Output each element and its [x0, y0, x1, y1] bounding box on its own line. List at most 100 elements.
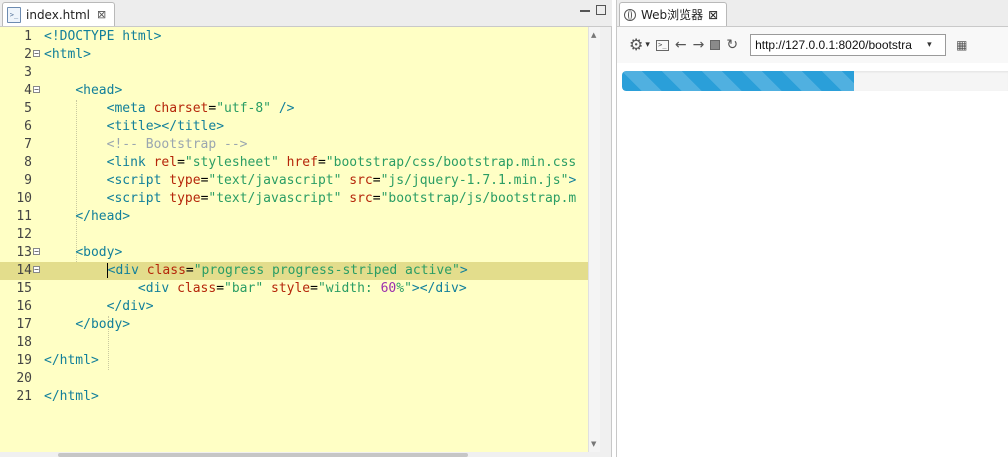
code-text: <title></title>	[106, 119, 225, 134]
code-line[interactable]: 19 </html>	[0, 352, 600, 370]
editor-tab-label: index.html	[26, 7, 90, 22]
gear-icon[interactable]: ⚙	[629, 37, 643, 53]
fold-toggle-icon[interactable]: −	[33, 266, 40, 274]
minimize-icon[interactable]	[580, 5, 590, 12]
code-line[interactable]: 15 <div class="bar" style="width: 60%"><…	[0, 280, 600, 298]
code-line[interactable]: 12	[0, 226, 600, 244]
code-line[interactable]: 8 <link rel="stylesheet" href="bootstrap…	[0, 154, 600, 172]
editor-tabbar: >_ index.html ⊠	[0, 0, 612, 27]
code-text: </body>	[75, 317, 131, 332]
browser-pane: Web浏览器 ⊠ ⚙ ▾ >_ ← → ↻ ▾ ▦	[616, 0, 1008, 457]
code-text: <body>	[75, 245, 123, 260]
code-line[interactable]: 1 <!DOCTYPE html>	[0, 28, 600, 46]
html-file-icon: >_	[7, 6, 21, 23]
line-number: 8	[24, 155, 32, 170]
progress-fill	[622, 71, 855, 91]
line-number: 20	[16, 371, 32, 386]
console-icon[interactable]: >_	[655, 39, 669, 51]
forward-icon[interactable]: →	[693, 38, 705, 52]
code-text: <head>	[75, 83, 123, 98]
maximize-icon[interactable]	[596, 5, 606, 15]
editor-vertical-scrollbar[interactable]: ▲ ▼	[588, 27, 600, 452]
code-text: </html>	[44, 353, 99, 368]
reload-icon[interactable]: ↻	[726, 38, 738, 52]
code-line[interactable]: 11 </head>	[0, 208, 600, 226]
stop-icon[interactable]	[710, 40, 721, 50]
line-number: 6	[24, 119, 32, 134]
scroll-up-icon[interactable]: ▲	[591, 31, 596, 39]
code-line[interactable]: 17 </body>	[0, 316, 600, 334]
code-text: <div class="progress progress-striped ac…	[106, 263, 468, 278]
editor-horizontal-scrollbar[interactable]	[0, 452, 600, 457]
browser-viewport	[617, 63, 1008, 457]
code-line[interactable]: 3	[0, 64, 600, 82]
close-tab-icon[interactable]: ⊠	[708, 8, 718, 22]
line-number: 18	[16, 335, 32, 350]
line-number: 2	[24, 47, 32, 62]
progress-bar	[622, 71, 1008, 91]
code-line[interactable]: 18	[0, 334, 600, 352]
editor-tab-index-html[interactable]: >_ index.html ⊠	[2, 2, 116, 26]
code-editor[interactable]: 1 <!DOCTYPE html> 2− <html> 3 4− <head> 5 <met…	[0, 27, 600, 452]
line-number: 17	[16, 317, 32, 332]
close-tab-icon[interactable]: ⊠	[97, 8, 106, 21]
code-text: <!DOCTYPE html>	[44, 29, 162, 44]
line-number: 16	[16, 299, 32, 314]
browser-tab[interactable]: Web浏览器 ⊠	[619, 2, 728, 26]
code-text: <!-- Bootstrap -->	[106, 137, 248, 152]
line-number: 10	[16, 191, 32, 206]
editor-pane: >_ index.html ⊠ 1 <!DOCTYPE html> 2− <html>…	[0, 0, 612, 457]
code-text: <meta charset="utf-8" />	[106, 101, 295, 116]
code-text: </div>	[106, 299, 154, 314]
line-number: 7	[24, 137, 32, 152]
code-line[interactable]: 13− <body>	[0, 244, 600, 262]
url-bar[interactable]: ▾	[750, 34, 947, 56]
code-text: <div class="bar" style="width: 60%"></di…	[137, 281, 467, 296]
line-number: 3	[24, 65, 32, 80]
line-number: 11	[16, 209, 32, 224]
code-line[interactable]: 5 <meta charset="utf-8" />	[0, 100, 600, 118]
code-line[interactable]: 16 </div>	[0, 298, 600, 316]
line-number: 19	[16, 353, 32, 368]
chevron-down-icon[interactable]: ▾	[645, 40, 650, 50]
line-number: 4	[24, 83, 32, 98]
browser-tab-label: Web浏览器	[641, 8, 704, 22]
code-line[interactable]: 14− <div class="progress progress-stripe…	[0, 262, 600, 280]
code-line[interactable]: 21 </html>	[0, 388, 600, 406]
line-number: 21	[16, 389, 32, 404]
grid-icon[interactable]: ▦	[956, 38, 967, 52]
code-text: <html>	[44, 47, 91, 62]
browser-toolbar: ⚙ ▾ >_ ← → ↻ ▾ ▦	[617, 27, 1008, 63]
code-line[interactable]: 2− <html>	[0, 46, 600, 64]
fold-toggle-icon[interactable]: −	[33, 86, 40, 94]
code-text: </html>	[44, 389, 99, 404]
horizontal-scroll-thumb[interactable]	[58, 453, 468, 457]
editor-window-controls	[580, 5, 606, 15]
line-number: 5	[24, 101, 32, 116]
code-text: <link rel="stylesheet" href="bootstrap/c…	[106, 155, 577, 170]
url-dropdown-icon[interactable]: ▾	[927, 40, 932, 50]
code-line[interactable]: 10 <script type="text/javascript" src="b…	[0, 190, 600, 208]
code-line[interactable]: 20	[0, 370, 600, 388]
line-number: 13	[16, 245, 32, 260]
code-line[interactable]: 7 <!-- Bootstrap -->	[0, 136, 600, 154]
code-text: <script type="text/javascript" src="boot…	[106, 191, 577, 206]
code-text: </head>	[75, 209, 131, 224]
line-number: 14	[16, 263, 32, 278]
line-number: 1	[24, 29, 32, 44]
line-number: 9	[24, 173, 32, 188]
fold-toggle-icon[interactable]: −	[33, 248, 40, 256]
code-line[interactable]: 6 <title></title>	[0, 118, 600, 136]
globe-icon	[624, 8, 636, 21]
scroll-down-icon[interactable]: ▼	[591, 440, 596, 448]
back-icon[interactable]: ←	[675, 38, 687, 52]
url-input[interactable]	[755, 38, 926, 52]
code-text: <script type="text/javascript" src="js/j…	[106, 173, 577, 188]
line-number: 15	[16, 281, 32, 296]
code-line[interactable]: 4− <head>	[0, 82, 600, 100]
browser-tabbar: Web浏览器 ⊠	[617, 0, 1008, 27]
code-line[interactable]: 9 <script type="text/javascript" src="js…	[0, 172, 600, 190]
code-lines: 1 <!DOCTYPE html> 2− <html> 3 4− <head> 5 <met…	[0, 28, 600, 406]
fold-toggle-icon[interactable]: −	[33, 50, 40, 58]
line-number: 12	[16, 227, 32, 242]
